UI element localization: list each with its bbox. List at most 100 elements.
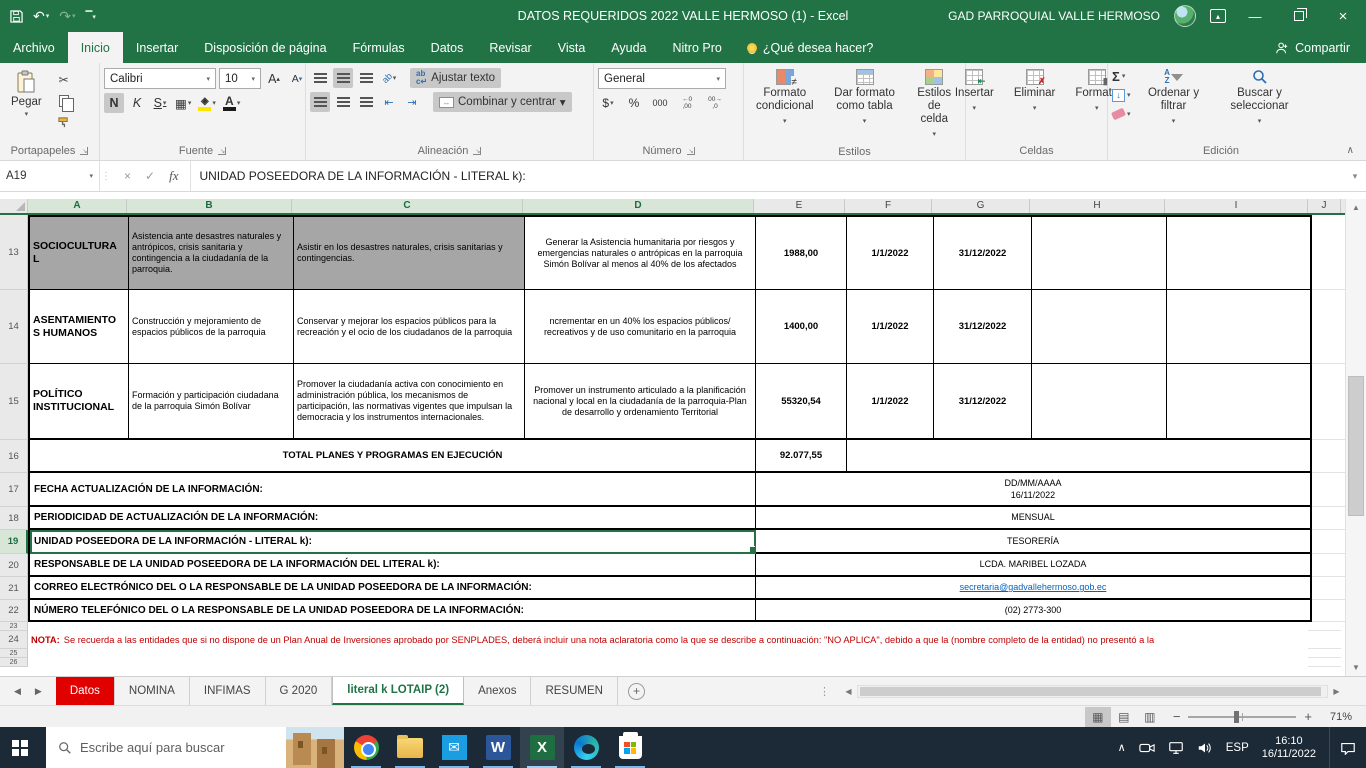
row-header-16[interactable]: 16 bbox=[0, 440, 28, 473]
cell-E17[interactable]: DD/MM/AAAA16/11/2022 bbox=[756, 473, 1310, 507]
orientation-button[interactable]: ab▾ bbox=[379, 68, 399, 88]
cell-A26[interactable] bbox=[28, 658, 1308, 667]
cell-J16[interactable] bbox=[1312, 440, 1345, 473]
account-avatar[interactable] bbox=[1174, 5, 1196, 27]
cell-G14[interactable]: 31/12/2022 bbox=[934, 290, 1032, 364]
page-break-view-button[interactable]: ▥ bbox=[1137, 707, 1163, 727]
cell-A14[interactable]: ASENTAMIENTOS HUMANOS bbox=[30, 290, 129, 364]
share-button[interactable]: Compartir bbox=[1259, 32, 1366, 63]
cell-E22[interactable]: (02) 2773-300 bbox=[756, 600, 1310, 622]
cell-A22[interactable]: NÚMERO TELEFÓNICO DEL O LA RESPONSABLE D… bbox=[30, 600, 756, 622]
cut-button[interactable]: ✂ bbox=[53, 72, 75, 88]
cell-H15[interactable] bbox=[1032, 364, 1167, 440]
taskbar-excel[interactable]: X bbox=[520, 727, 564, 768]
bold-button[interactable]: N bbox=[104, 93, 124, 113]
italic-button[interactable]: K bbox=[127, 93, 147, 113]
undo-button[interactable]: ↶▾ bbox=[33, 8, 49, 25]
number-format-combo[interactable]: General▾ bbox=[598, 68, 726, 89]
wrap-text-button[interactable]: abc↵Ajustar texto bbox=[410, 68, 501, 88]
zoom-slider[interactable] bbox=[1188, 716, 1296, 718]
copy-button[interactable] bbox=[53, 93, 75, 109]
cell-J15[interactable] bbox=[1312, 364, 1345, 440]
font-name-combo[interactable]: Calibri▾ bbox=[104, 68, 216, 89]
cell-B14[interactable]: Construcción y mejoramiento de espacios … bbox=[129, 290, 294, 364]
name-box[interactable]: A19▾ bbox=[0, 161, 100, 191]
undo-dropdown-icon[interactable]: ▾ bbox=[46, 12, 50, 20]
cell-E16[interactable]: 92.077,55 bbox=[756, 440, 847, 473]
alignment-dialog-launcher[interactable] bbox=[473, 147, 481, 155]
accounting-format-button[interactable]: $▾ bbox=[598, 93, 618, 113]
cell-C15[interactable]: Promover la ciudadanía activa con conoci… bbox=[294, 364, 525, 440]
column-header-C[interactable]: C bbox=[292, 199, 523, 213]
ribbon-display-options-button[interactable]: ▴ bbox=[1210, 9, 1226, 23]
decrease-decim al-button[interactable]: 00→,0 bbox=[704, 96, 726, 110]
save-button[interactable] bbox=[10, 10, 23, 23]
cell-F13[interactable]: 1/1/2022 bbox=[847, 217, 934, 290]
cell-J17[interactable] bbox=[1312, 473, 1345, 507]
taskbar-chrome[interactable] bbox=[344, 727, 388, 768]
increase-font-button[interactable]: A▴ bbox=[264, 69, 284, 89]
cell-A23[interactable] bbox=[28, 622, 1308, 631]
font-color-button[interactable]: A▾ bbox=[221, 93, 243, 113]
cell-E14[interactable]: 1400,00 bbox=[756, 290, 847, 364]
row-header-20[interactable]: 20 bbox=[0, 554, 28, 577]
network-icon[interactable] bbox=[1168, 741, 1184, 755]
redo-dropdown-icon[interactable]: ▾ bbox=[72, 12, 76, 20]
sheet-tab-g-2020[interactable]: G 2020 bbox=[266, 677, 333, 705]
cell-I13[interactable] bbox=[1167, 217, 1310, 290]
row-header-19[interactable]: 19 bbox=[0, 530, 28, 554]
cell-A13[interactable]: SOCIOCULTURAL bbox=[30, 217, 129, 290]
cell-C14[interactable]: Conservar y mejorar los espacios público… bbox=[294, 290, 525, 364]
cell-J26[interactable] bbox=[1308, 658, 1341, 667]
zoom-slider-thumb[interactable] bbox=[1234, 711, 1239, 723]
tell-me-box[interactable]: ¿Qué desea hacer? bbox=[735, 32, 886, 63]
cell-D14[interactable]: ncrementar en un 40% los espacios públic… bbox=[525, 290, 756, 364]
row-header-18[interactable]: 18 bbox=[0, 507, 28, 530]
volume-icon[interactable] bbox=[1197, 741, 1213, 755]
new-sheet-button[interactable]: + bbox=[628, 683, 645, 700]
ribbon-tab-insertar[interactable]: Insertar bbox=[123, 32, 191, 63]
cell-E18[interactable]: MENSUAL bbox=[756, 507, 1310, 530]
align-middle-button[interactable] bbox=[333, 68, 353, 88]
sheet-tab-infimas[interactable]: INFIMAS bbox=[190, 677, 266, 705]
row-header-15[interactable]: 15 bbox=[0, 364, 28, 440]
zoom-in-button[interactable]: + bbox=[1304, 709, 1312, 724]
taskbar-word[interactable]: W bbox=[476, 727, 520, 768]
column-header-B[interactable]: B bbox=[127, 199, 292, 213]
formula-input[interactable]: UNIDAD POSEEDORA DE LA INFORMACIÓN - LIT… bbox=[191, 161, 1344, 191]
column-header-A[interactable]: A bbox=[28, 199, 127, 213]
horizontal-scroll-thumb[interactable] bbox=[860, 687, 1321, 696]
cell-G13[interactable]: 31/12/2022 bbox=[934, 217, 1032, 290]
column-header-G[interactable]: G bbox=[932, 199, 1030, 213]
cell-C13[interactable]: Asistir en los desastres naturales, cris… bbox=[294, 217, 525, 290]
page-layout-view-button[interactable]: ▤ bbox=[1111, 707, 1137, 727]
insert-cells-button[interactable]: ⇤Insertar▾ bbox=[947, 66, 1002, 118]
horizontal-scroll-track[interactable] bbox=[857, 685, 1328, 698]
normal-view-button[interactable]: ▦ bbox=[1085, 707, 1111, 727]
sheet-bar-splitter[interactable]: ⋮ bbox=[809, 677, 840, 705]
ribbon-tab-archivo[interactable]: Archivo bbox=[0, 32, 68, 63]
align-top-button[interactable] bbox=[310, 68, 330, 88]
ribbon-tab-disposici-n-de-p-gina[interactable]: Disposición de página bbox=[191, 32, 339, 63]
autosum-button[interactable]: Σ▾ bbox=[1112, 68, 1131, 84]
insert-function-button[interactable]: fx bbox=[169, 168, 178, 184]
horizontal-scrollbar[interactable]: ◀ ▶ bbox=[840, 677, 1345, 705]
scroll-left-button[interactable]: ◀ bbox=[840, 687, 857, 696]
number-dialog-launcher[interactable] bbox=[687, 147, 695, 155]
cell-F15[interactable]: 1/1/2022 bbox=[847, 364, 934, 440]
clear-button[interactable]: ▾ bbox=[1112, 106, 1131, 122]
vertical-scrollbar[interactable]: ▲ ▼ bbox=[1345, 199, 1366, 676]
hidden-icons-chevron[interactable]: ∧ bbox=[1118, 741, 1126, 754]
row-header-13[interactable]: 13 bbox=[0, 215, 28, 290]
row-header-14[interactable]: 14 bbox=[0, 290, 28, 364]
font-dialog-launcher[interactable] bbox=[218, 147, 226, 155]
taskbar-store[interactable] bbox=[608, 727, 652, 768]
row-header-17[interactable]: 17 bbox=[0, 473, 28, 507]
scroll-up-button[interactable]: ▲ bbox=[1346, 199, 1366, 216]
sheet-tab-literal-k-lotaip-2[interactable]: literal k LOTAIP (2) bbox=[332, 677, 464, 705]
cell-F16[interactable] bbox=[847, 440, 1310, 473]
column-header-D[interactable]: D bbox=[523, 199, 754, 213]
cell-J20[interactable] bbox=[1312, 554, 1345, 577]
taskbar-file-explorer[interactable] bbox=[388, 727, 432, 768]
conditional-formatting-button[interactable]: Formato condicional▾ bbox=[748, 66, 822, 131]
